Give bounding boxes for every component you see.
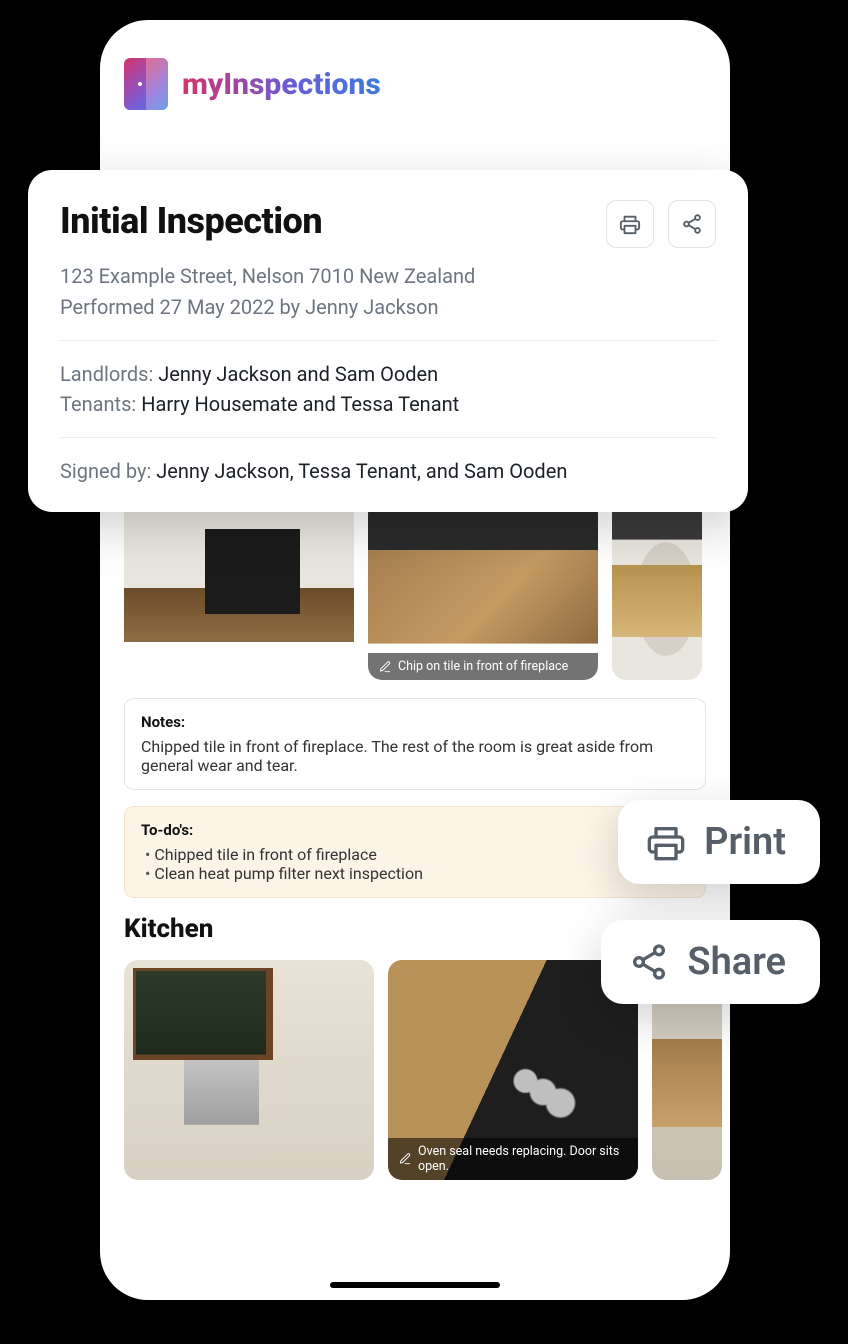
share-icon-button[interactable] — [668, 200, 716, 248]
landlords-label: Landlords: — [60, 362, 158, 386]
living-photo-2[interactable]: Chip on tile in front of fireplace — [368, 500, 598, 680]
kitchen-photo-2-caption: Oven seal needs replacing. Door sits ope… — [388, 1138, 638, 1180]
tenants-value: Harry Housemate and Tessa Tenant — [141, 392, 459, 416]
landlords-row: Landlords: Jenny Jackson and Sam Ooden — [60, 359, 716, 389]
inspection-address: 123 Example Street, Nelson 7010 New Zeal… — [60, 262, 716, 291]
edit-icon — [378, 660, 392, 674]
brand: myInspections — [124, 58, 706, 110]
signed-row: Signed by: Jenny Jackson, Tessa Tenant, … — [60, 456, 716, 486]
inspection-header-card: Initial Inspection 123 Example Street, N… — [28, 170, 748, 512]
signed-label: Signed by: — [60, 459, 156, 483]
brand-door-icon — [124, 58, 168, 110]
notes-heading: Notes: — [141, 713, 689, 731]
landlords-value: Jenny Jackson and Sam Ooden — [158, 362, 438, 386]
print-icon — [646, 822, 686, 862]
kitchen-photo-1[interactable] — [124, 960, 374, 1180]
living-photo-3[interactable] — [612, 500, 702, 680]
notes-box: Notes: Chipped tile in front of fireplac… — [124, 698, 706, 790]
inspection-title: Initial Inspection — [60, 200, 322, 242]
share-label: Share — [687, 940, 786, 984]
kitchen-photo-2[interactable]: Oven seal needs replacing. Door sits ope… — [388, 960, 638, 1180]
todos-list: Chipped tile in front of fireplace Clean… — [141, 845, 689, 883]
todo-item: Chipped tile in front of fireplace — [145, 845, 689, 864]
print-icon — [619, 213, 641, 235]
brand-wordmark: myInspections — [182, 67, 381, 102]
tenants-label: Tenants: — [60, 392, 141, 416]
signed-value: Jenny Jackson, Tessa Tenant, and Sam Ood… — [156, 459, 567, 483]
todos-heading: To-do's: — [141, 821, 689, 839]
print-label: Print — [704, 820, 786, 864]
edit-icon — [398, 1152, 412, 1166]
todo-item: Clean heat pump filter next inspection — [145, 864, 689, 883]
notes-body: Chipped tile in front of fireplace. The … — [141, 737, 689, 775]
living-photo-1[interactable] — [124, 500, 354, 680]
divider — [60, 340, 716, 341]
living-room-gallery: Chip on tile in front of fireplace — [124, 500, 706, 680]
divider — [60, 437, 716, 438]
share-icon — [629, 942, 669, 982]
share-button[interactable]: Share — [601, 920, 820, 1004]
print-icon-button[interactable] — [606, 200, 654, 248]
share-icon — [681, 213, 703, 235]
living-photo-2-caption: Chip on tile in front of fireplace — [368, 653, 598, 680]
inspection-performed: Performed 27 May 2022 by Jenny Jackson — [60, 293, 716, 322]
home-indicator — [330, 1282, 500, 1288]
print-button[interactable]: Print — [618, 800, 820, 884]
tenants-row: Tenants: Harry Housemate and Tessa Tenan… — [60, 389, 716, 419]
